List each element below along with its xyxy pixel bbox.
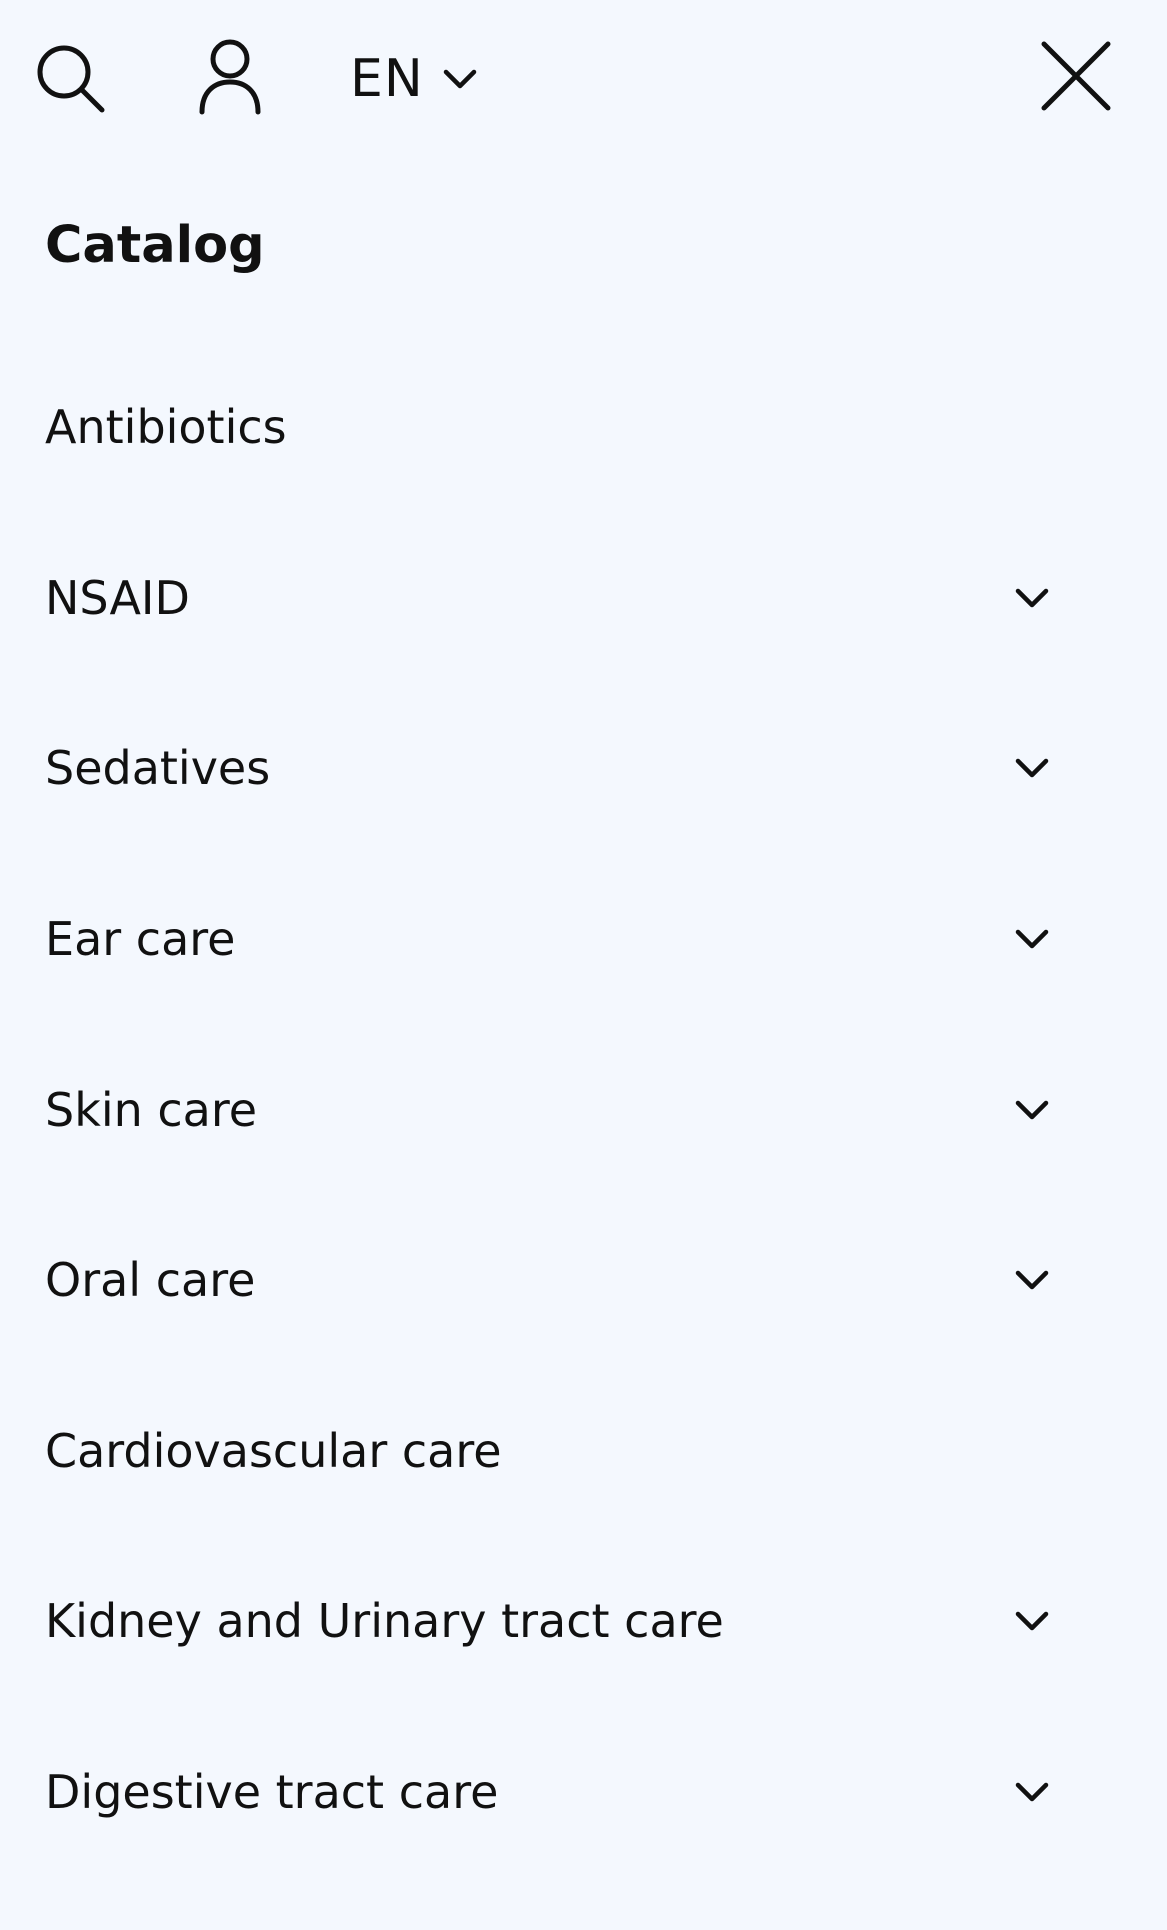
account-button[interactable] bbox=[196, 38, 264, 116]
catalog-item-kidney-and-urinary-tract-care[interactable]: Kidney and Urinary tract care bbox=[0, 1536, 1167, 1707]
catalog-item-label: Skin care bbox=[45, 1082, 258, 1137]
catalog-item-label: NSAID bbox=[45, 570, 190, 625]
user-icon bbox=[199, 39, 261, 115]
menu-header: EN bbox=[0, 0, 1167, 160]
close-menu-button[interactable] bbox=[1040, 40, 1112, 112]
language-label: EN bbox=[350, 49, 424, 109]
chevron-down-icon[interactable] bbox=[1014, 1610, 1050, 1632]
chevron-down-icon[interactable] bbox=[1014, 757, 1050, 779]
catalog-item-nsaid[interactable]: NSAID bbox=[0, 513, 1167, 684]
catalog-item-label: Digestive tract care bbox=[45, 1765, 499, 1820]
catalog-item-label: Sedatives bbox=[45, 741, 271, 796]
close-icon bbox=[1041, 41, 1111, 111]
search-button[interactable] bbox=[34, 42, 108, 116]
chevron-down-icon[interactable] bbox=[1014, 1099, 1050, 1121]
catalog-item-label: Antibiotics bbox=[45, 400, 287, 455]
catalog-item-oral-care[interactable]: Oral care bbox=[0, 1195, 1167, 1366]
catalog-item-antibiotics[interactable]: Antibiotics bbox=[0, 342, 1167, 513]
catalog-title: Catalog bbox=[45, 216, 265, 275]
catalog-item-sedatives[interactable]: Sedatives bbox=[0, 683, 1167, 854]
catalog-item-label: Oral care bbox=[45, 1253, 256, 1308]
chevron-down-icon[interactable] bbox=[1014, 587, 1050, 609]
language-selector[interactable]: EN bbox=[350, 48, 478, 110]
catalog-item-label: Ear care bbox=[45, 912, 236, 967]
catalog-menu: Antibiotics NSAID Sedatives Ear care Skin ca… bbox=[0, 342, 1167, 1877]
catalog-item-cardiovascular-care[interactable]: Cardiovascular care bbox=[0, 1366, 1167, 1537]
catalog-item-digestive-tract-care[interactable]: Digestive tract care bbox=[0, 1707, 1167, 1878]
chevron-down-icon[interactable] bbox=[1014, 928, 1050, 950]
catalog-item-skin-care[interactable]: Skin care bbox=[0, 1024, 1167, 1195]
chevron-down-icon bbox=[443, 69, 477, 89]
catalog-item-ear-care[interactable]: Ear care bbox=[0, 854, 1167, 1025]
chevron-down-icon[interactable] bbox=[1014, 1781, 1050, 1803]
chevron-down-icon[interactable] bbox=[1014, 1269, 1050, 1291]
catalog-item-label: Cardiovascular care bbox=[45, 1423, 502, 1478]
catalog-item-label: Kidney and Urinary tract care bbox=[45, 1594, 724, 1649]
search-icon bbox=[37, 45, 105, 113]
